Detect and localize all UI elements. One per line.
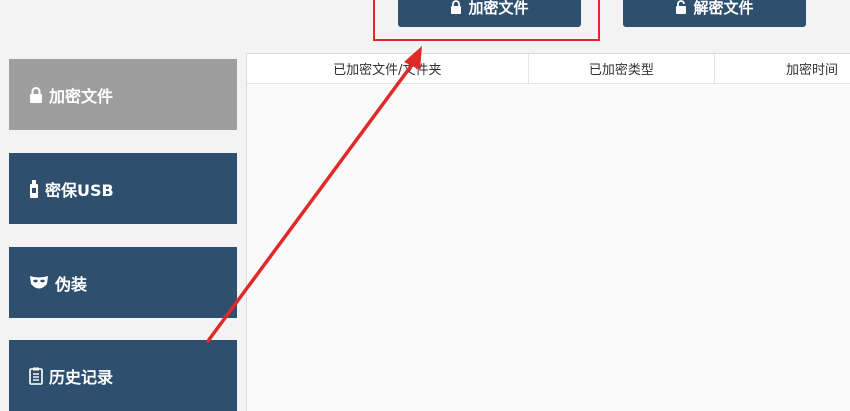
decrypt-file-label: 解密文件 (693, 0, 754, 17)
usb-icon (29, 179, 39, 198)
sidebar-item-label: 密保USB (45, 180, 114, 200)
sidebar-item-label: 伪装 (55, 274, 88, 294)
lock-icon (29, 86, 43, 103)
sidebar-item-encrypt-file[interactable]: 加密文件 (9, 59, 237, 130)
decrypt-file-button[interactable]: 解密文件 (623, 0, 806, 27)
unlock-icon (675, 0, 687, 14)
column-header-encrypt-time[interactable]: 加密时间 (715, 54, 850, 83)
table-header: 已加密文件/文件夹 已加密类型 加密时间 (247, 54, 850, 84)
sidebar-item-label: 历史记录 (49, 367, 114, 387)
column-header-encrypted-files[interactable]: 已加密文件/文件夹 (247, 54, 529, 83)
sidebar-item-secure-usb[interactable]: 密保USB (9, 153, 237, 224)
sidebar-item-label: 加密文件 (49, 86, 114, 106)
sidebar-item-history[interactable]: 历史记录 (9, 340, 237, 411)
encrypted-files-table: 已加密文件/文件夹 已加密类型 加密时间 (246, 53, 850, 411)
lock-icon (450, 0, 462, 14)
mask-icon (29, 275, 49, 291)
column-header-encrypted-type[interactable]: 已加密类型 (529, 54, 716, 83)
encrypt-file-button[interactable]: 加密文件 (398, 0, 581, 27)
clipboard-icon (29, 367, 43, 385)
sidebar-item-disguise[interactable]: 伪装 (9, 247, 237, 318)
encrypt-file-label: 加密文件 (468, 0, 529, 17)
